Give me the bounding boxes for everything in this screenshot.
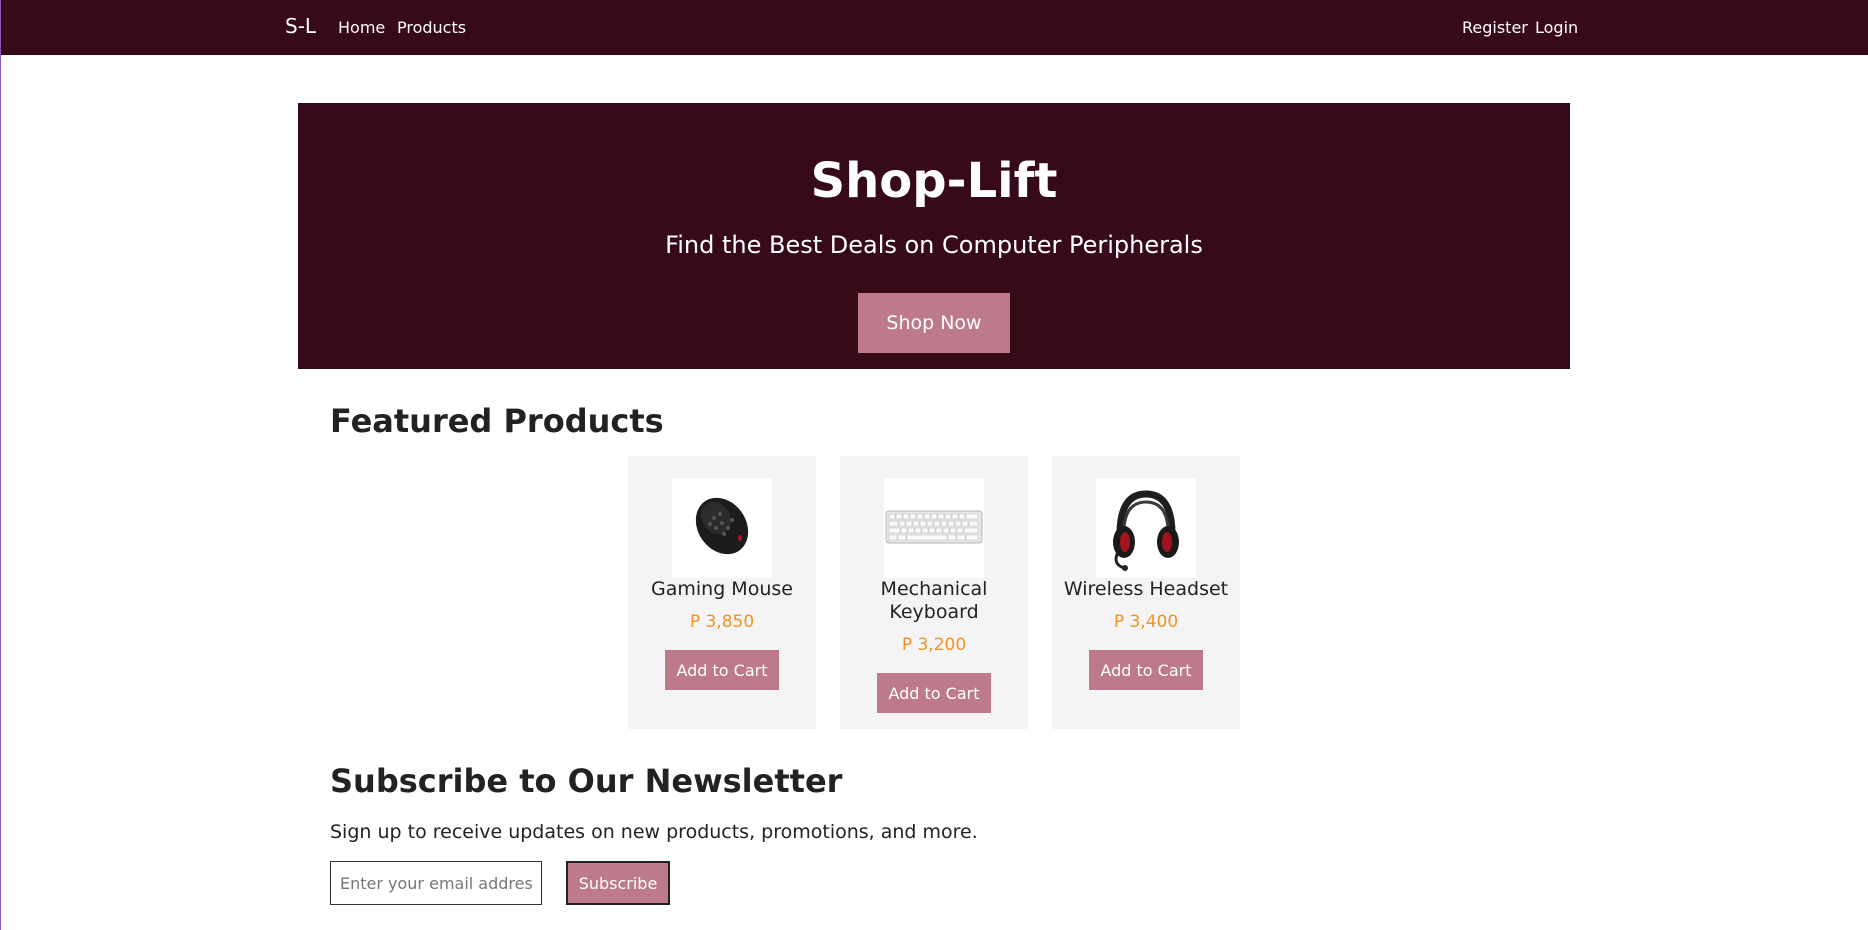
nav-link-register[interactable]: Register [1462, 18, 1528, 37]
product-price: P 3,200 [901, 635, 967, 655]
product-image[interactable] [884, 478, 984, 578]
hero-subtitle: Find the Best Deals on Computer Peripher… [665, 231, 1203, 259]
product-card-wireless-headset: Wireless Headset P 3,400 Add to Cart [1052, 456, 1240, 729]
nav-link-products[interactable]: Products [397, 18, 466, 37]
product-card-mechanical-keyboard: Mechanical Keyboard P 3,200 Add to Cart [840, 456, 1028, 729]
add-to-cart-button[interactable]: Add to Cart [665, 650, 779, 690]
subscribe-button[interactable]: Subscribe [566, 861, 670, 905]
add-to-cart-button[interactable]: Add to Cart [1089, 650, 1203, 690]
newsletter-description: Sign up to receive updates on new produc… [330, 821, 978, 843]
mouse-icon [695, 497, 749, 555]
hero-title: Shop-Lift [810, 153, 1058, 209]
product-price: P 3,400 [1113, 612, 1179, 632]
featured-products-title: Featured Products [330, 402, 664, 440]
add-to-cart-button[interactable]: Add to Cart [877, 673, 991, 713]
product-image[interactable] [672, 478, 772, 578]
nav-link-home[interactable]: Home [338, 18, 385, 37]
product-card-gaming-mouse: Gaming Mouse P 3,850 Add to Cart [628, 456, 816, 729]
hero-banner: Shop-Lift Find the Best Deals on Compute… [298, 103, 1570, 369]
navbar: S-L Home Products Register Login [1, 0, 1868, 55]
email-input[interactable] [330, 861, 542, 905]
headset-icon [1113, 490, 1179, 571]
nav-link-login[interactable]: Login [1535, 18, 1578, 37]
product-price: P 3,850 [689, 612, 755, 632]
product-name: Wireless Headset [1063, 578, 1229, 600]
brand-logo[interactable]: S-L [285, 14, 316, 38]
newsletter-title: Subscribe to Our Newsletter [330, 762, 843, 800]
keyboard-icon [885, 510, 983, 544]
product-image[interactable] [1096, 478, 1196, 578]
shop-now-button[interactable]: Shop Now [858, 293, 1010, 353]
product-name: Mechanical Keyboard [880, 578, 988, 623]
product-name: Gaming Mouse [651, 578, 793, 600]
